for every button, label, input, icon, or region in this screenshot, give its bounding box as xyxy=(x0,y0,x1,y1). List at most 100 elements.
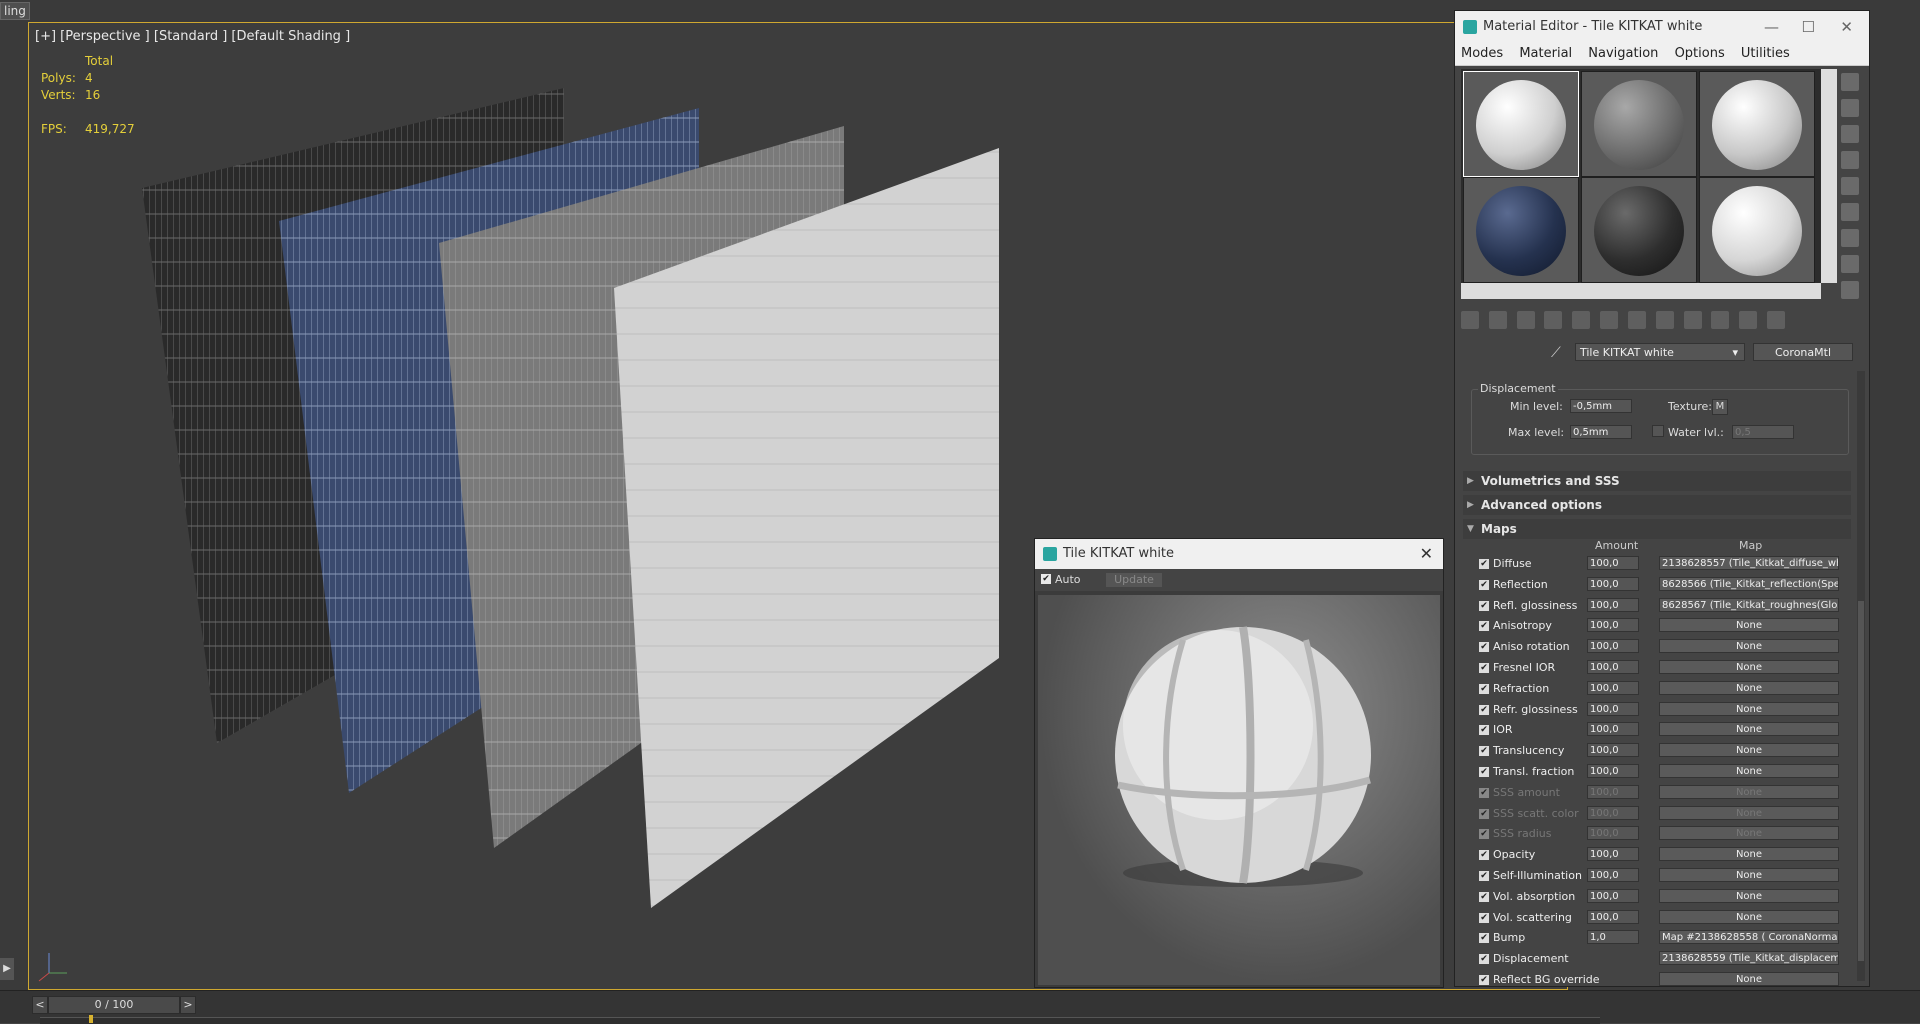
material-id-icon[interactable] xyxy=(1655,311,1674,329)
scrollbar-thumb[interactable] xyxy=(1858,601,1864,961)
background-icon[interactable] xyxy=(1841,125,1859,143)
map-button[interactable]: None xyxy=(1659,805,1839,820)
map-enable-checkbox[interactable]: ✔ xyxy=(1479,808,1489,819)
map-amount-spinner[interactable]: 100,0 xyxy=(1587,680,1639,695)
map-button[interactable]: None xyxy=(1659,743,1839,758)
map-enable-checkbox[interactable]: ✔ xyxy=(1479,663,1489,673)
map-enable-checkbox[interactable]: ✔ xyxy=(1479,767,1489,777)
menu-options[interactable]: Options xyxy=(1675,46,1725,61)
menu-material[interactable]: Material xyxy=(1519,46,1572,61)
map-enable-checkbox[interactable]: ✔ xyxy=(1479,891,1489,902)
map-amount-spinner[interactable]: 100,0 xyxy=(1587,576,1639,591)
timeline-next-button[interactable]: > xyxy=(180,996,196,1014)
show-end-result-icon[interactable] xyxy=(1711,311,1730,329)
map-button[interactable]: None xyxy=(1659,847,1839,862)
map-enable-checkbox[interactable]: ✔ xyxy=(1479,787,1489,798)
put-to-library-icon[interactable] xyxy=(1627,311,1646,329)
menu-label-partial[interactable]: ling xyxy=(0,2,30,20)
map-button[interactable]: 2138628559 (Tile_Kitkat_displaceme xyxy=(1659,951,1839,966)
eyedropper-icon[interactable]: ⟋ xyxy=(1551,345,1567,361)
menu-modes[interactable]: Modes xyxy=(1461,46,1503,61)
map-enable-checkbox[interactable]: ✔ xyxy=(1479,600,1489,611)
material-slot[interactable] xyxy=(1463,71,1579,177)
menu-navigation[interactable]: Navigation xyxy=(1588,46,1658,61)
map-amount-spinner[interactable]: 100,0 xyxy=(1587,909,1639,924)
map-amount-spinner[interactable]: 100,0 xyxy=(1587,660,1639,674)
map-button[interactable]: None xyxy=(1659,764,1839,778)
map-enable-checkbox[interactable]: ✔ xyxy=(1479,912,1489,923)
maximize-icon[interactable]: ☐ xyxy=(1802,11,1815,43)
map-button[interactable]: None xyxy=(1659,972,1839,986)
map-amount-spinner[interactable]: 100,0 xyxy=(1587,556,1639,570)
slots-vertical-scrollbar[interactable] xyxy=(1821,69,1837,283)
rollout-advanced[interactable]: ▶ Advanced options xyxy=(1463,495,1851,515)
options-icon[interactable] xyxy=(1841,229,1859,247)
map-enable-checkbox[interactable]: ✔ xyxy=(1479,954,1489,965)
make-copy-icon[interactable] xyxy=(1572,311,1591,329)
material-slot[interactable] xyxy=(1699,177,1815,283)
material-slot[interactable] xyxy=(1581,71,1697,177)
map-enable-checkbox[interactable]: ✔ xyxy=(1479,746,1489,757)
map-enable-checkbox[interactable]: ✔ xyxy=(1479,579,1489,590)
map-button[interactable]: None xyxy=(1659,639,1839,654)
map-amount-spinner[interactable]: 100,0 xyxy=(1587,722,1639,737)
render-window-titlebar[interactable]: Tile KITKAT white ✕ xyxy=(1035,539,1443,569)
map-amount-spinner[interactable]: 100,0 xyxy=(1587,868,1639,882)
map-enable-checkbox[interactable]: ✔ xyxy=(1479,621,1489,632)
min-level-spinner[interactable]: -0,5mm xyxy=(1570,399,1632,413)
timeline-track[interactable] xyxy=(40,1017,1600,1024)
map-button[interactable]: None xyxy=(1659,826,1839,841)
map-enable-checkbox[interactable]: ✔ xyxy=(1479,975,1489,985)
minimize-icon[interactable]: — xyxy=(1764,11,1779,43)
rollout-volumetrics[interactable]: ▶ Volumetrics and SSS xyxy=(1463,471,1851,491)
water-level-checkbox[interactable] xyxy=(1652,425,1664,437)
backlight-icon[interactable] xyxy=(1841,99,1859,117)
parameters-scrollbar[interactable] xyxy=(1857,371,1865,981)
map-button[interactable]: 2138628557 (Tile_Kitkat_diffuse_whi xyxy=(1659,556,1839,570)
timeline-prev-button[interactable]: < xyxy=(32,996,48,1014)
material-editor-titlebar[interactable]: Material Editor - Tile KITKAT white — ☐ … xyxy=(1455,11,1869,43)
texture-map-button[interactable]: M xyxy=(1712,399,1728,415)
map-button[interactable]: None xyxy=(1659,868,1839,882)
material-slot[interactable] xyxy=(1581,177,1697,283)
get-material-icon[interactable] xyxy=(1461,311,1479,329)
uv-tiling-icon[interactable] xyxy=(1841,151,1859,169)
map-amount-spinner[interactable]: 100,0 xyxy=(1587,888,1639,903)
go-forward-sibling-icon[interactable] xyxy=(1767,311,1786,329)
material-slot[interactable] xyxy=(1463,177,1579,283)
material-name-dropdown[interactable]: Tile KITKAT white ▾ xyxy=(1575,343,1745,361)
material-type-button[interactable]: CoronaMtl xyxy=(1753,343,1853,361)
map-enable-checkbox[interactable]: ✔ xyxy=(1479,871,1489,881)
map-button[interactable]: None xyxy=(1659,909,1839,924)
map-amount-spinner[interactable]: 100,0 xyxy=(1587,805,1639,820)
menu-utilities[interactable]: Utilities xyxy=(1741,46,1790,61)
map-enable-checkbox[interactable]: ✔ xyxy=(1479,642,1489,653)
play-icon[interactable]: ▶ xyxy=(0,958,14,980)
map-enable-checkbox[interactable]: ✔ xyxy=(1479,850,1489,861)
material-slot[interactable] xyxy=(1699,71,1815,177)
rollout-maps[interactable]: ▼ Maps xyxy=(1463,519,1851,539)
map-enable-checkbox[interactable]: ✔ xyxy=(1479,683,1489,694)
max-level-spinner[interactable]: 0,5mm xyxy=(1570,425,1632,439)
map-button[interactable]: 8628567 (Tile_Kitkat_roughnes(Gloss xyxy=(1659,597,1839,612)
map-enable-checkbox[interactable]: ✔ xyxy=(1479,725,1489,736)
map-button[interactable]: 8628566 (Tile_Kitkat_reflection(Spec xyxy=(1659,576,1839,591)
map-amount-spinner[interactable]: 1,0 xyxy=(1587,930,1639,945)
time-slider[interactable]: 0 / 100 xyxy=(48,996,180,1014)
video-color-check-icon[interactable] xyxy=(1841,177,1859,195)
map-enable-checkbox[interactable]: ✔ xyxy=(1479,933,1489,944)
map-amount-spinner[interactable]: 100,0 xyxy=(1587,784,1639,799)
map-button[interactable]: None xyxy=(1659,680,1839,695)
map-button[interactable]: Map #2138628558 ( CoronaNormal ) xyxy=(1659,930,1839,945)
map-amount-spinner[interactable]: 100,0 xyxy=(1587,639,1639,654)
map-button[interactable]: None xyxy=(1659,660,1839,674)
map-button[interactable]: None xyxy=(1659,784,1839,799)
make-preview-icon[interactable] xyxy=(1841,203,1859,221)
map-amount-spinner[interactable]: 100,0 xyxy=(1587,701,1639,716)
water-level-spinner[interactable]: 0,5 xyxy=(1732,425,1794,439)
map-amount-spinner[interactable]: 100,0 xyxy=(1587,764,1639,778)
map-amount-spinner[interactable]: 100,0 xyxy=(1587,597,1639,612)
go-to-parent-icon[interactable] xyxy=(1739,311,1758,329)
map-amount-spinner[interactable]: 100,0 xyxy=(1587,618,1639,633)
update-button[interactable]: Update xyxy=(1105,572,1163,588)
